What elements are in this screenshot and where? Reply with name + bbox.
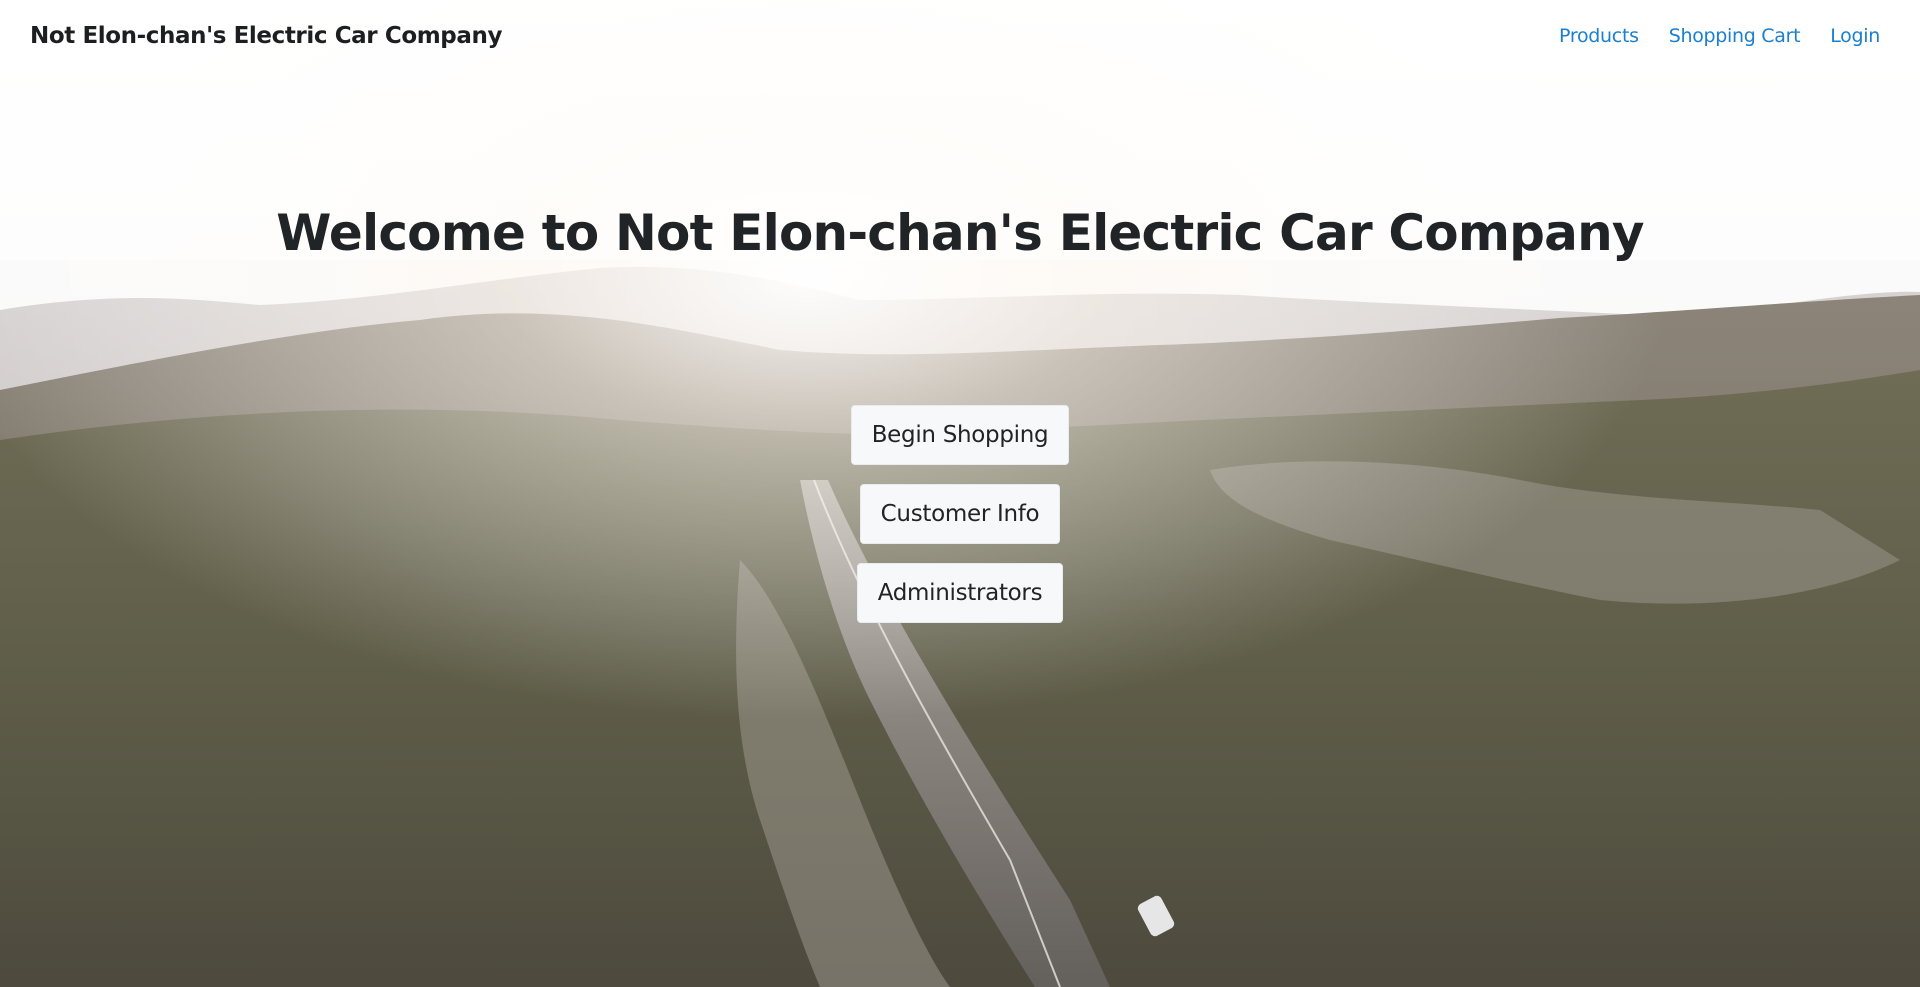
begin-shopping-button[interactable]: Begin Shopping [850,405,1070,465]
nav-link-products[interactable]: Products [1559,25,1639,47]
hero-actions: Begin Shopping Customer Info Administrat… [0,405,1920,623]
administrators-button[interactable]: Administrators [856,563,1064,623]
hero-title: Welcome to Not Elon-chan's Electric Car … [276,204,1644,262]
nav-link-shopping-cart[interactable]: Shopping Cart [1669,25,1801,47]
customer-info-button[interactable]: Customer Info [859,484,1061,544]
top-navbar: Not Elon-chan's Electric Car Company Pro… [0,0,1920,72]
landing-page: Not Elon-chan's Electric Car Company Pro… [0,0,1920,987]
nav-link-login[interactable]: Login [1830,25,1880,47]
brand-logo-link[interactable]: Not Elon-chan's Electric Car Company [30,23,502,49]
nav-links: Products Shopping Cart Login [1559,25,1880,47]
